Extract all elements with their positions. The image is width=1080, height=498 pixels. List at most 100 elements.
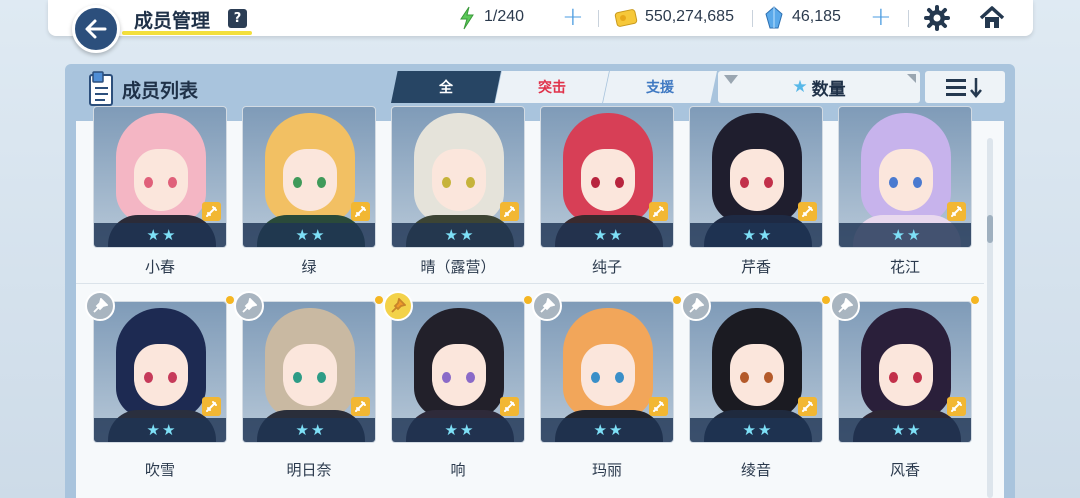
sort-order-button[interactable] [925,71,1005,103]
pin-icon[interactable] [85,291,115,321]
ap-add-button[interactable]: + [562,4,584,30]
star-icon: ★ [891,225,905,244]
star-icon: ★ [907,225,921,244]
star-icon: ★ [444,420,458,439]
pin-icon[interactable] [383,291,413,321]
star-icon: ★ [162,420,176,439]
pyroxene-value: 46,185 [792,8,841,25]
weapon-type-icon [947,202,966,221]
student-name: 风香 [889,461,920,479]
pin-icon[interactable] [681,291,711,321]
tab-all[interactable]: 全 [391,71,501,103]
student-name: 绫音 [740,461,771,479]
student-portrait: ★ ★ [242,106,376,248]
weapon-type-icon [202,397,221,416]
scrollbar-thumb[interactable] [987,215,993,243]
new-indicator-dot [673,296,681,304]
scrollbar-track[interactable] [987,138,993,498]
sort-dropdown[interactable]: ★ 数量 [718,71,920,103]
student-name: 纯子 [591,258,622,276]
gear-icon[interactable] [924,5,950,31]
weapon-type-icon [202,202,221,221]
new-indicator-dot [375,296,383,304]
member-list-icon [89,71,113,106]
student-portrait: ★ ★ [540,106,674,248]
credit-icon [614,9,638,27]
tab-striker[interactable]: 突击 [495,71,609,103]
student-portrait: ★ ★ [93,106,227,248]
new-indicator-dot [822,296,830,304]
star-icon: ★ [162,225,176,244]
page-title: 成员管理 [134,10,211,32]
new-indicator-dot [226,296,234,304]
weapon-type-icon [351,202,370,221]
student-name: 玛丽 [591,461,622,479]
student-portrait: ★ ★ [93,301,227,443]
help-icon[interactable]: ? [228,9,247,28]
star-rating: ★ ★ [541,418,673,442]
divider [752,10,753,27]
pin-icon[interactable] [532,291,562,321]
student-portrait: ★ ★ [391,301,525,443]
star-rating: ★ ★ [839,223,971,247]
star-icon: ★ [907,420,921,439]
student-name: 明日奈 [286,461,332,479]
star-icon: ★ [609,225,623,244]
ap-value: 1/240 [484,8,525,25]
student-name: 晴（露营） [420,258,496,276]
star-icon: ★ [295,225,309,244]
weapon-type-icon [798,397,817,416]
weapon-type-icon [798,202,817,221]
pyroxene-add-button[interactable]: + [870,4,892,30]
new-indicator-dot [524,296,532,304]
star-icon: ★ [891,420,905,439]
student-portrait: ★ ★ [838,301,972,443]
student-portrait: ★ ★ [391,106,525,248]
star-icon: ★ [146,225,160,244]
weapon-type-icon [649,397,668,416]
back-button[interactable] [72,5,120,53]
weapon-type-icon [500,397,519,416]
ap-bolt-icon [460,6,474,30]
star-icon: ★ [758,420,772,439]
star-icon: ★ [792,77,808,97]
weapon-type-icon [500,202,519,221]
student-portrait: ★ ★ [838,106,972,248]
star-icon: ★ [609,420,623,439]
student-name: 响 [450,461,466,479]
weapon-type-icon [351,397,370,416]
filter-triangle-icon [724,75,738,84]
star-rating: ★ ★ [690,223,822,247]
pin-icon[interactable] [234,291,264,321]
divider [908,10,909,27]
star-icon: ★ [593,225,607,244]
student-name: 吹雪 [144,461,175,479]
pin-icon[interactable] [830,291,860,321]
new-indicator-dot [971,296,979,304]
student-portrait: ★ ★ [689,301,823,443]
student-portrait: ★ ★ [540,301,674,443]
credits-value: 550,274,685 [645,8,734,25]
star-icon: ★ [460,420,474,439]
corner-triangle-icon [907,74,916,83]
star-icon: ★ [311,225,325,244]
star-icon: ★ [460,225,474,244]
star-rating: ★ ★ [839,418,971,442]
pyroxene-icon [765,6,783,29]
student-name: 花江 [889,258,920,276]
star-icon: ★ [311,420,325,439]
star-icon: ★ [758,225,772,244]
tab-special[interactable]: 支援 [603,71,717,103]
panel-title: 成员列表 [122,80,199,102]
star-icon: ★ [444,225,458,244]
title-underline [122,31,252,35]
student-name: 小春 [144,258,175,276]
student-name: 芹香 [740,258,771,276]
weapon-type-icon [947,397,966,416]
star-rating: ★ ★ [94,223,226,247]
sort-descending-icon [946,78,982,98]
divider [598,10,599,27]
star-rating: ★ ★ [243,418,375,442]
star-icon: ★ [742,225,756,244]
home-icon[interactable] [978,5,1006,31]
